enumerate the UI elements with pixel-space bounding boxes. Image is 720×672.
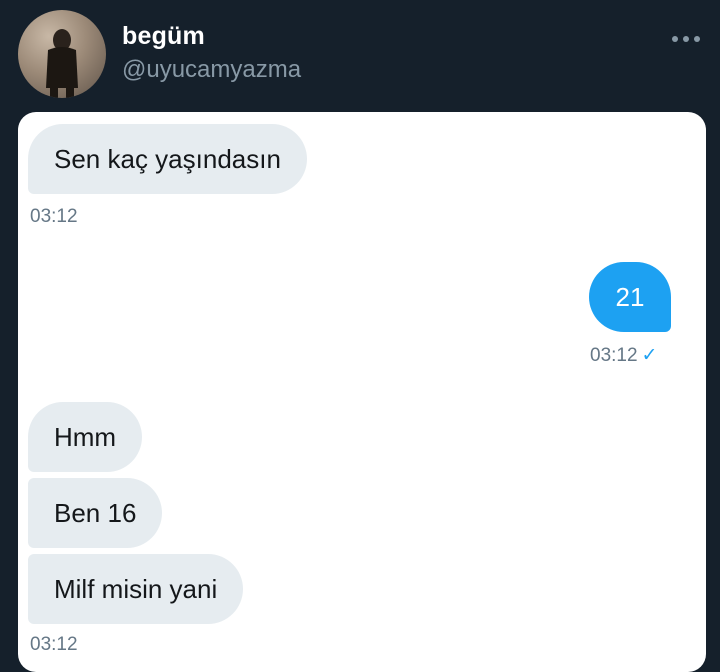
message-timestamp: 03:12 xyxy=(590,345,638,366)
more-dot xyxy=(672,36,678,42)
read-check-icon: ✓ xyxy=(641,345,658,366)
message-text: Milf misin yani xyxy=(54,573,218,604)
avatar[interactable] xyxy=(18,10,106,98)
more-dot xyxy=(694,36,700,42)
message-text: Ben 16 xyxy=(54,497,137,528)
sent-message-bubble[interactable]: 21 xyxy=(589,262,671,332)
message-text: Sen kaç yaşındasın xyxy=(54,143,281,174)
message-text: 21 xyxy=(615,281,645,312)
received-message-bubble[interactable]: Milf misin yani xyxy=(28,554,244,624)
received-message-bubble[interactable]: Ben 16 xyxy=(28,478,163,548)
received-message-bubble[interactable]: Sen kaç yaşındasın xyxy=(28,124,307,194)
username-handle[interactable]: @uyucamyazma xyxy=(122,56,301,84)
message-text: Hmm xyxy=(54,421,117,452)
more-dot xyxy=(683,36,689,42)
message-thread[interactable]: Sen kaç yaşındasın 03:12 21 03:12 ✓ Hmm B… xyxy=(18,112,706,672)
avatar-photo-icon xyxy=(46,29,78,98)
display-name[interactable]: begüm xyxy=(122,22,205,51)
message-timestamp: 03:12 xyxy=(30,206,78,227)
message-timestamp-row: 03:12 ✓ xyxy=(590,344,657,367)
more-options-icon[interactable] xyxy=(664,24,708,54)
received-message-bubble[interactable]: Hmm xyxy=(28,402,143,472)
message-timestamp: 03:12 xyxy=(30,634,78,655)
conversation-header: begüm @uyucamyazma xyxy=(0,0,720,112)
